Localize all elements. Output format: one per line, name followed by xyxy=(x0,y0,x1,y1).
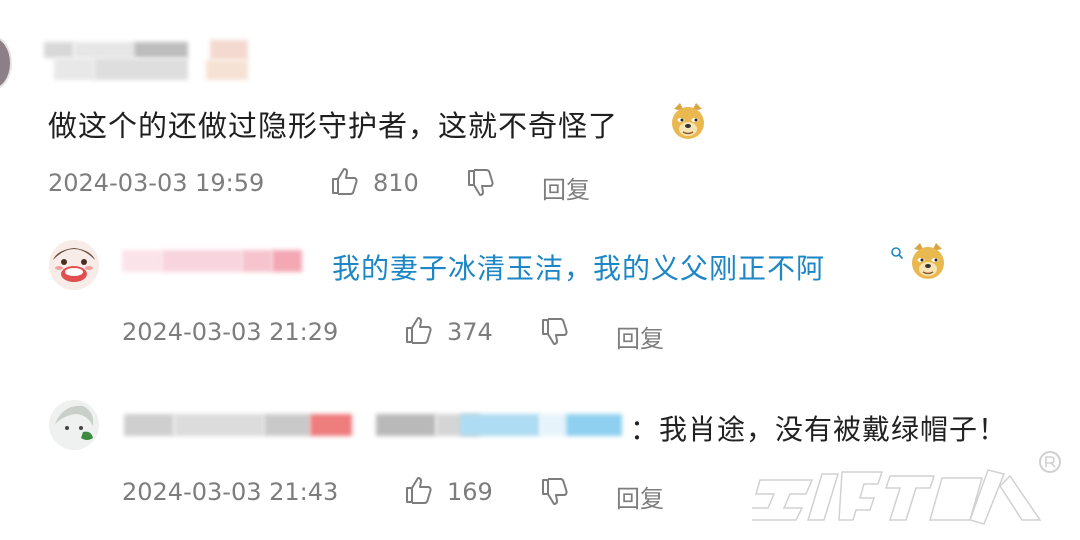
thumbs-down-icon[interactable] xyxy=(466,168,496,198)
avatar[interactable] xyxy=(49,240,99,290)
like-count: 810 xyxy=(373,169,419,197)
timestamp: 2024-03-03 19:59 xyxy=(48,169,265,197)
timestamp: 2024-03-03 21:43 xyxy=(122,478,339,506)
thumbs-down-icon[interactable] xyxy=(540,477,570,507)
like-count: 169 xyxy=(447,478,493,506)
thumbs-up-icon[interactable] xyxy=(330,166,360,196)
search-icon[interactable] xyxy=(890,246,904,260)
reply-link-text[interactable]: 我的妻子冰清玉洁，我的义父刚正不阿 xyxy=(332,247,825,287)
thumbs-down-icon[interactable] xyxy=(540,317,570,347)
doge-emoji xyxy=(912,243,944,279)
reply-button[interactable]: 回复 xyxy=(616,479,664,514)
doge-emoji xyxy=(672,103,704,139)
thumbs-up-icon[interactable] xyxy=(404,475,434,505)
avatar-image xyxy=(49,400,99,450)
avatar-image xyxy=(49,240,99,290)
comment-text: 做这个的还做过隐形守护者，这就不奇怪了 xyxy=(48,109,619,143)
like-count: 374 xyxy=(447,318,493,346)
avatar[interactable] xyxy=(0,36,12,90)
timestamp: 2024-03-03 21:29 xyxy=(122,318,339,346)
reply-button[interactable]: 回复 xyxy=(616,319,664,354)
watermark-logo xyxy=(752,451,1061,525)
reply-button[interactable]: 回复 xyxy=(542,170,590,205)
thumbs-up-icon[interactable] xyxy=(404,315,434,345)
avatar[interactable] xyxy=(49,400,99,450)
reply-text: ：我肖途，没有被戴绿帽子！ xyxy=(630,413,1008,446)
